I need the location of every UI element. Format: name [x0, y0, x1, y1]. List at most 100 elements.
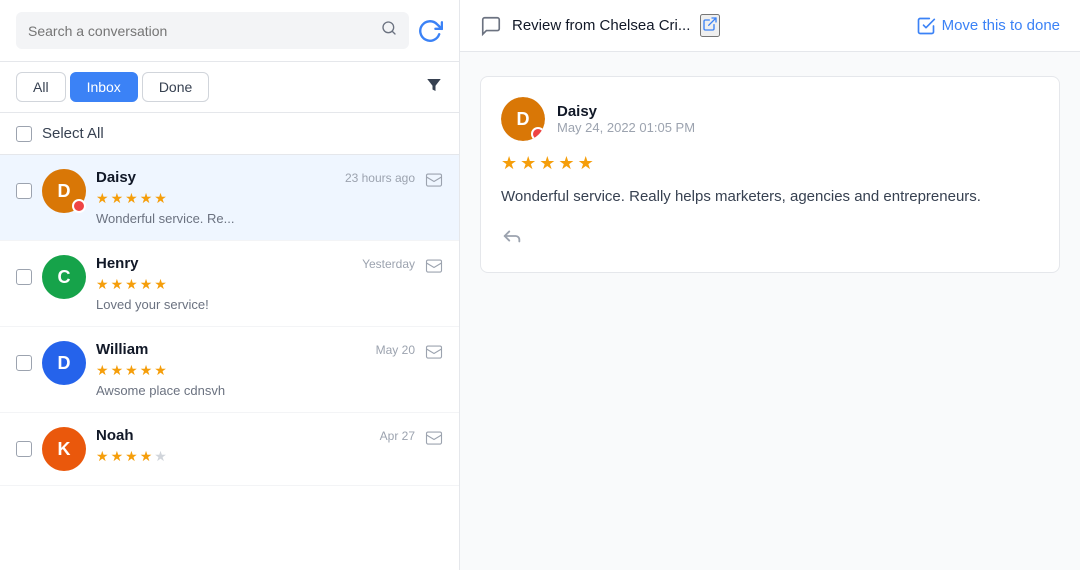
tab-done[interactable]: Done	[142, 72, 209, 102]
conversation-preview: Wonderful service. Re...	[96, 211, 415, 226]
tabs-row: All Inbox Done	[0, 62, 459, 113]
conversation-stars: ★ ★ ★ ★ ★	[96, 448, 415, 465]
message-user-info: Daisy May 24, 2022 01:05 PM	[557, 103, 695, 135]
select-all-row: Select All	[0, 113, 459, 155]
right-content: D Daisy May 24, 2022 01:05 PM ★ ★ ★ ★ ★ …	[460, 52, 1080, 570]
review-title: Review from Chelsea Cri...	[512, 17, 690, 34]
conversation-time: Yesterday	[362, 257, 415, 271]
conversation-time: 23 hours ago	[345, 171, 415, 185]
star-1: ★	[96, 276, 109, 293]
conversation-list: D Daisy 23 hours ago ★ ★ ★ ★ ★ Wonderful…	[0, 155, 459, 570]
star-5: ★	[154, 276, 167, 293]
conversation-time: Apr 27	[380, 429, 415, 443]
star-2: ★	[111, 362, 124, 379]
msg-star-1: ★	[501, 153, 517, 174]
message-sender-name: Daisy	[557, 103, 695, 120]
avatar: K	[42, 427, 86, 471]
list-item[interactable]: K Noah Apr 27 ★ ★ ★ ★ ★	[0, 413, 459, 486]
star-1: ★	[96, 362, 109, 379]
refresh-button[interactable]	[417, 18, 443, 44]
search-input-wrap	[16, 12, 409, 49]
conversation-name: Henry	[96, 255, 139, 272]
avatar: D	[42, 341, 86, 385]
conversation-name: Daisy	[96, 169, 136, 186]
star-3: ★	[125, 276, 138, 293]
star-4: ★	[140, 190, 153, 207]
conversation-checkbox[interactable]	[16, 355, 32, 371]
msg-star-3: ★	[539, 153, 555, 174]
star-1: ★	[96, 448, 109, 465]
right-panel: Review from Chelsea Cri... Move this to …	[460, 0, 1080, 570]
reply-indicator-icon	[425, 171, 443, 192]
svg-text:D: D	[58, 181, 71, 201]
conversation-name: William	[96, 341, 148, 358]
conversation-stars: ★ ★ ★ ★ ★	[96, 276, 415, 293]
reply-button[interactable]	[501, 225, 523, 252]
list-item[interactable]: D Daisy 23 hours ago ★ ★ ★ ★ ★ Wonderful…	[0, 155, 459, 241]
msg-star-5: ★	[578, 153, 594, 174]
conversation-content: William May 20 ★ ★ ★ ★ ★ Awsome place cd…	[96, 341, 415, 398]
move-to-done-button[interactable]: Move this to done	[916, 16, 1060, 36]
message-stars: ★ ★ ★ ★ ★	[501, 153, 1039, 174]
reply-indicator-icon	[425, 257, 443, 278]
message-card: D Daisy May 24, 2022 01:05 PM ★ ★ ★ ★ ★ …	[480, 76, 1060, 273]
filter-button[interactable]	[425, 76, 443, 99]
conversation-checkbox[interactable]	[16, 269, 32, 285]
star-5: ★	[154, 190, 167, 207]
filter-icon	[425, 76, 443, 94]
star-3: ★	[125, 448, 138, 465]
avatar: C	[42, 255, 86, 299]
reply-indicator-icon	[425, 343, 443, 364]
svg-text:D: D	[517, 109, 530, 129]
star-5: ★	[154, 448, 167, 465]
conversation-header: William May 20	[96, 341, 415, 358]
star-3: ★	[125, 362, 138, 379]
star-4: ★	[140, 448, 153, 465]
move-done-label: Move this to done	[942, 17, 1060, 34]
star-4: ★	[140, 276, 153, 293]
star-2: ★	[111, 276, 124, 293]
message-card-header: D Daisy May 24, 2022 01:05 PM	[501, 97, 1039, 141]
star-5: ★	[154, 362, 167, 379]
reply-icon	[501, 225, 523, 247]
tab-all[interactable]: All	[16, 72, 66, 102]
conversation-checkbox[interactable]	[16, 183, 32, 199]
list-item[interactable]: D William May 20 ★ ★ ★ ★ ★ Awsome place …	[0, 327, 459, 413]
search-icon	[381, 20, 397, 36]
search-input[interactable]	[28, 23, 373, 39]
tab-inbox[interactable]: Inbox	[70, 72, 138, 102]
message-date: May 24, 2022 01:05 PM	[557, 120, 695, 135]
star-2: ★	[111, 448, 124, 465]
review-icon	[480, 15, 502, 37]
external-link-icon	[702, 16, 718, 32]
select-all-label[interactable]: Select All	[42, 125, 104, 142]
conversation-name: Noah	[96, 427, 134, 444]
avatar-initial: K	[58, 439, 71, 460]
external-link-button[interactable]	[700, 14, 720, 37]
left-panel: All Inbox Done Select All D	[0, 0, 460, 570]
message-avatar: D	[501, 97, 545, 141]
move-done-icon	[916, 16, 936, 36]
conversation-header: Daisy 23 hours ago	[96, 169, 415, 186]
conversation-checkbox[interactable]	[16, 441, 32, 457]
list-item[interactable]: C Henry Yesterday ★ ★ ★ ★ ★ Loved your s…	[0, 241, 459, 327]
star-3: ★	[125, 190, 138, 207]
conversation-content: Daisy 23 hours ago ★ ★ ★ ★ ★ Wonderful s…	[96, 169, 415, 226]
conversation-time: May 20	[376, 343, 415, 357]
conversation-content: Noah Apr 27 ★ ★ ★ ★ ★	[96, 427, 415, 469]
select-all-checkbox[interactable]	[16, 126, 32, 142]
search-bar	[0, 0, 459, 62]
conversation-header: Noah Apr 27	[96, 427, 415, 444]
conversation-stars: ★ ★ ★ ★ ★	[96, 362, 415, 379]
star-2: ★	[111, 190, 124, 207]
msg-star-2: ★	[520, 153, 536, 174]
conversation-header: Henry Yesterday	[96, 255, 415, 272]
message-text: Wonderful service. Really helps marketer…	[501, 186, 1039, 209]
conversation-preview: Awsome place cdnsvh	[96, 383, 415, 398]
conversation-preview: Loved your service!	[96, 297, 415, 312]
star-1: ★	[96, 190, 109, 207]
avatar: D	[42, 169, 86, 213]
search-icon-button[interactable]	[381, 20, 397, 41]
refresh-icon	[417, 18, 443, 44]
reply-indicator-icon	[425, 429, 443, 450]
